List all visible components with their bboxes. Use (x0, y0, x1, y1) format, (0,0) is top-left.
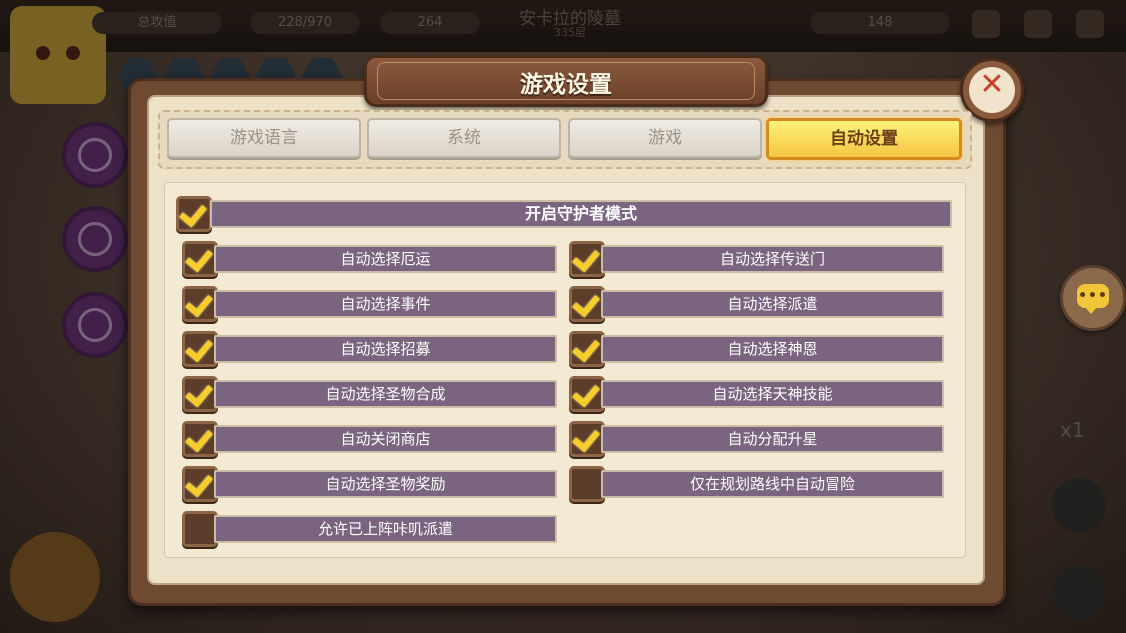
label-planned-route-only: 仅在规划路线中自动冒险 (601, 470, 944, 498)
checkbox-auto-portal[interactable] (569, 241, 605, 277)
checkbox-auto-doom[interactable] (182, 241, 218, 277)
tab-auto-settings[interactable]: 自动设置 (766, 118, 962, 160)
avatar-eye (36, 46, 50, 60)
tab-system[interactable]: 系统 (367, 118, 561, 158)
avatar-eye (66, 46, 80, 60)
checkbox-allow-deployed-dispatch[interactable] (182, 511, 218, 547)
label-auto-god-skill: 自动选择天神技能 (601, 380, 944, 408)
label-auto-relic-reward: 自动选择圣物奖励 (214, 470, 557, 498)
dialog-title-plate: 游戏设置 (364, 55, 768, 107)
label-auto-assign-star: 自动分配升星 (601, 425, 944, 453)
shop-icon[interactable] (972, 10, 1000, 38)
label-auto-blessing: 自动选择神恩 (601, 335, 944, 363)
checkbox-auto-god-skill[interactable] (569, 376, 605, 412)
tab-game[interactable]: 游戏 (568, 118, 762, 158)
menu-icon[interactable] (1076, 10, 1104, 38)
resource-counter-2: 264 (380, 12, 480, 34)
auto-battle-button[interactable] (1052, 478, 1106, 532)
checkbox-auto-relic-combine[interactable] (182, 376, 218, 412)
checkbox-auto-event[interactable] (182, 286, 218, 322)
label-auto-close-shop: 自动关闭商店 (214, 425, 557, 453)
power-pill: 总攻值 (92, 12, 222, 34)
checkbox-auto-dispatch[interactable] (569, 286, 605, 322)
checkbox-auto-relic-reward[interactable] (182, 466, 218, 502)
settings-panel (164, 182, 966, 558)
label-auto-event: 自动选择事件 (214, 290, 557, 318)
checkbox-auto-recruit[interactable] (182, 331, 218, 367)
left-skill-button-1[interactable] (62, 122, 128, 188)
guardian-mode-label: 开启守护者模式 (210, 200, 952, 228)
label-auto-dispatch: 自动选择派遣 (601, 290, 944, 318)
label-auto-recruit: 自动选择招募 (214, 335, 557, 363)
label-auto-portal: 自动选择传送门 (601, 245, 944, 273)
map-button[interactable] (1052, 566, 1106, 620)
hero-portrait-button[interactable] (10, 532, 100, 622)
label-auto-doom: 自动选择厄运 (214, 245, 557, 273)
right-counter: 148 (810, 12, 950, 34)
label-allow-deployed-dispatch: 允许已上阵咔叽派遣 (214, 515, 557, 543)
gear-icon[interactable] (1024, 10, 1052, 38)
map-subtitle: 335层 (554, 26, 586, 39)
label-auto-relic-combine: 自动选择圣物合成 (214, 380, 557, 408)
chat-bubble-icon: ••• (1077, 284, 1109, 314)
checkbox-auto-close-shop[interactable] (182, 421, 218, 457)
checkbox-auto-blessing[interactable] (569, 331, 605, 367)
left-skill-button-2[interactable] (62, 206, 128, 272)
left-skill-button-3[interactable] (62, 292, 128, 358)
chat-button[interactable]: ••• (1060, 265, 1126, 331)
checkbox-planned-route-only[interactable] (569, 466, 605, 502)
tab-game-language[interactable]: 游戏语言 (167, 118, 361, 158)
speed-toggle[interactable]: x1 (1060, 418, 1085, 442)
checkbox-auto-assign-star[interactable] (569, 421, 605, 457)
resource-counter-1: 228/970 (250, 12, 360, 34)
close-icon: ✕ (979, 67, 1005, 102)
chat-dots: ••• (1078, 288, 1108, 304)
guardian-mode-checkbox[interactable] (176, 196, 212, 232)
dialog-title: 游戏设置 (520, 72, 612, 98)
